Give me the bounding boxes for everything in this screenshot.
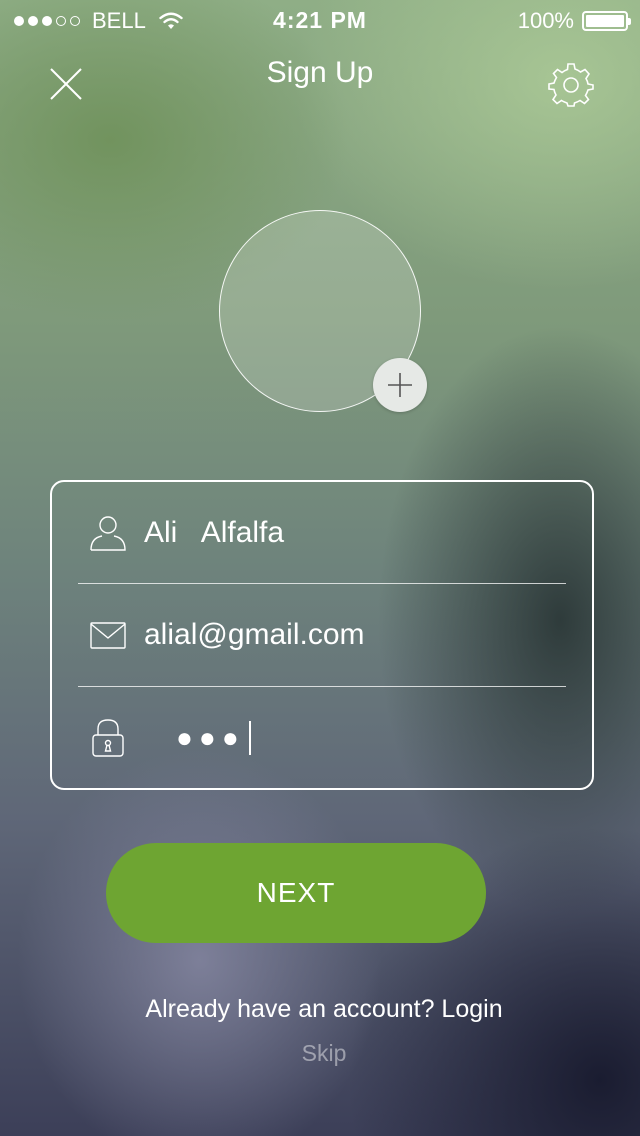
page-title: Sign Up [266,56,374,89]
envelope-icon [90,622,126,649]
text-cursor [248,721,251,755]
status-bar: BELL 4:21 PM 100% [0,0,640,40]
password-field[interactable]: ●●● [78,687,566,789]
signup-form: Ali Alfalfa alial@gmail.com ●●● [50,480,594,790]
email-value[interactable]: alial@gmail.com [144,618,365,652]
login-link[interactable]: Already have an account? Login [0,995,640,1024]
settings-button[interactable] [548,62,594,108]
user-icon [90,516,126,551]
next-button[interactable]: NEXT [106,843,486,943]
skip-link[interactable]: Skip [0,1040,640,1067]
name-field[interactable]: Ali Alfalfa [78,482,566,584]
status-right: 100% [517,8,631,34]
add-photo-button[interactable] [373,358,427,412]
battery-percent: 100% [517,8,574,33]
lock-icon [92,719,124,757]
email-field[interactable]: alial@gmail.com [78,584,566,686]
password-dots: ●●● [176,722,245,753]
gear-icon [548,63,594,107]
password-value[interactable]: ●●● [176,721,251,755]
battery-icon [582,11,631,31]
name-value[interactable]: Ali Alfalfa [144,516,284,550]
battery-level [586,15,624,27]
plus-icon [388,373,412,397]
